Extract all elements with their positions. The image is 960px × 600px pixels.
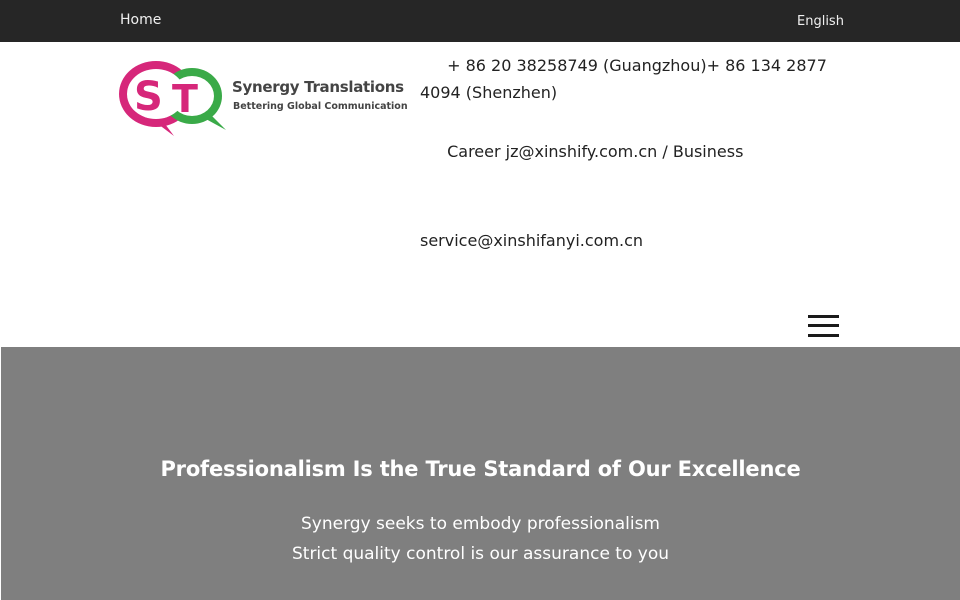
st-logo-icon: S T <box>119 61 226 136</box>
contact-service-email: service@xinshifanyi.com.cn <box>420 227 840 254</box>
hero-title: Professionalism Is the True Standard of … <box>160 457 801 481</box>
hero-line-1: Synergy seeks to embody professionalism <box>301 514 660 534</box>
top-bar: Home English <box>0 0 960 42</box>
site-header: S T Synergy Translations Bettering Globa… <box>0 42 960 347</box>
hero-line-2: Strict quality control is our assurance … <box>291 544 670 564</box>
svg-text:S: S <box>134 74 163 120</box>
brand-name: Synergy Translations <box>232 78 404 96</box>
hero-banner: Professionalism Is the True Standard of … <box>1 347 960 600</box>
brand-tagline: Bettering Global Communication <box>233 101 408 112</box>
hamburger-line <box>808 334 839 337</box>
language-english-link[interactable]: English <box>797 14 844 29</box>
hero-subtitle: Synergy seeks to embody professionalism … <box>1 509 960 569</box>
contact-phone: + 86 20 38258749 (Guangzhou)+ 86 134 287… <box>420 52 840 106</box>
hamburger-line <box>808 324 839 327</box>
contact-email: Career jz@xinshify.com.cn / Business <box>420 138 840 165</box>
email-text[interactable]: Career jz@xinshify.com.cn / Business <box>447 142 743 161</box>
nav-home-link[interactable]: Home <box>120 12 161 28</box>
hamburger-menu-button[interactable] <box>808 314 840 338</box>
phone-text[interactable]: + 86 20 38258749 (Guangzhou)+ 86 134 287… <box>420 56 827 102</box>
hamburger-line <box>808 315 839 318</box>
svg-text:T: T <box>172 77 198 121</box>
service-email-text[interactable]: service@xinshifanyi.com.cn <box>420 231 643 250</box>
site-logo[interactable]: S T Synergy Translations Bettering Globa… <box>118 60 408 136</box>
